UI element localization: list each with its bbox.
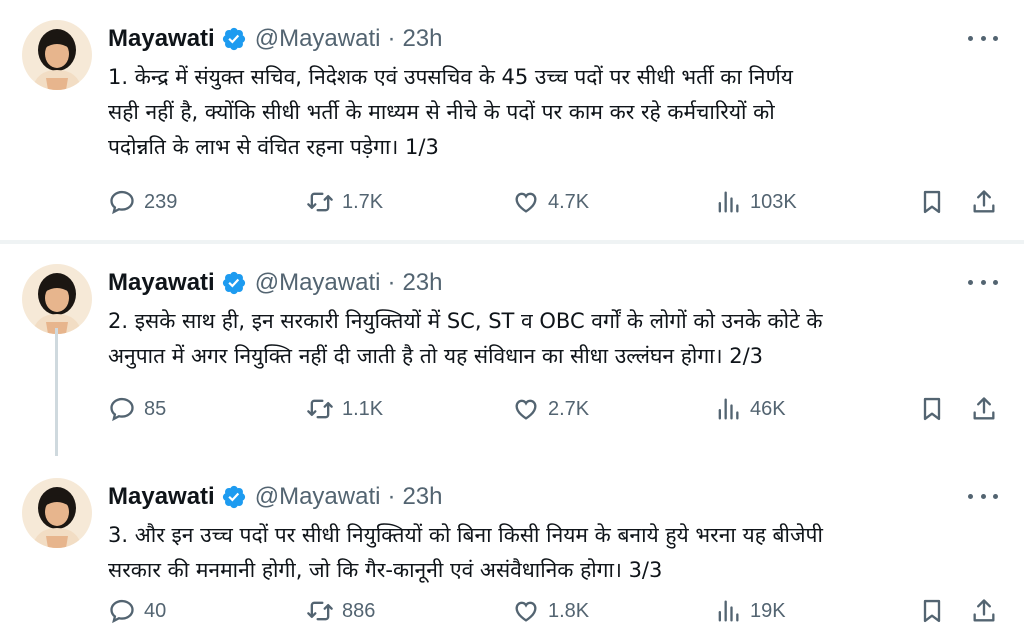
- tweet-header: Mayawati @Mayawati · 23h: [108, 480, 443, 514]
- separator-dot: ·: [387, 25, 396, 52]
- verified-badge-icon: [221, 270, 247, 296]
- tweet-text-line: सरकार की मनमानी होगी, जो कि गैर-कानूनी ए…: [108, 558, 663, 582]
- tweet-text-line: 1. केन्द्र में संयुक्त सचिव, निदेशक एवं …: [108, 65, 793, 89]
- author-name[interactable]: Mayawati: [108, 25, 215, 53]
- repost-button[interactable]: 1.7K: [306, 185, 383, 219]
- timestamp[interactable]: 23h: [402, 269, 442, 297]
- reply-button[interactable]: 85: [108, 392, 166, 426]
- like-icon: [512, 395, 540, 423]
- tweet-text: 1. केन्द्र में संयुक्त सचिव, निदेशक एवं …: [108, 60, 988, 165]
- views-icon: [714, 188, 742, 216]
- tweet-text-line: 3. और इन उच्च पदों पर सीधी नियुक्तियों क…: [108, 523, 823, 547]
- views-button[interactable]: 103K: [714, 185, 797, 219]
- timestamp[interactable]: 23h: [402, 25, 442, 53]
- reply-count: 85: [144, 397, 167, 420]
- repost-count: 1.7K: [342, 190, 384, 213]
- tweet-header: Mayawati @Mayawati · 23h: [108, 22, 443, 56]
- separator-dot: ·: [387, 483, 396, 510]
- thread-connector: [55, 328, 58, 456]
- action-bar: 40 886 1.8K 19K: [108, 594, 1008, 628]
- views-count: 19K: [750, 599, 786, 622]
- author-name[interactable]: Mayawati: [108, 483, 215, 511]
- share-icon: [970, 395, 998, 423]
- verified-badge-icon: [221, 26, 247, 52]
- reply-icon: [108, 188, 136, 216]
- reply-count: 40: [144, 599, 167, 622]
- verified-badge-icon: [221, 484, 247, 510]
- bookmark-icon: [918, 188, 946, 216]
- tweet-2[interactable]: Mayawati @Mayawati · 23h 2. इसके साथ ही,…: [0, 244, 1024, 456]
- views-button[interactable]: 46K: [714, 392, 786, 426]
- action-bar: 85 1.1K 2.7K 46K: [108, 392, 1008, 426]
- tweet-text-line: पदोन्नति के लाभ से वंचित रहना पड़ेगा। 1/…: [108, 135, 439, 159]
- views-button[interactable]: 19K: [714, 594, 786, 628]
- bookmark-button[interactable]: [918, 392, 946, 426]
- reply-count: 239: [144, 190, 178, 213]
- like-button[interactable]: 1.8K: [512, 594, 589, 628]
- reply-icon: [108, 597, 136, 625]
- avatar[interactable]: [22, 478, 92, 548]
- bookmark-icon: [918, 395, 946, 423]
- tweet-text-line: 2. इसके साथ ही, इन सरकारी नियुक्तियों मे…: [108, 309, 823, 333]
- author-handle[interactable]: @Mayawati: [255, 25, 381, 53]
- bookmark-button[interactable]: [918, 594, 946, 628]
- tweet-text: 2. इसके साथ ही, इन सरकारी नियुक्तियों मे…: [108, 304, 988, 374]
- separator-dot: ·: [387, 269, 396, 296]
- like-count: 1.8K: [548, 599, 590, 622]
- tweet-3[interactable]: Mayawati @Mayawati · 23h 3. और इन उच्च प…: [0, 458, 1024, 643]
- views-count: 46K: [750, 397, 786, 420]
- tweet-text: 3. और इन उच्च पदों पर सीधी नियुक्तियों क…: [108, 518, 988, 588]
- tweet-header: Mayawati @Mayawati · 23h: [108, 266, 443, 300]
- like-count: 2.7K: [548, 397, 590, 420]
- views-count: 103K: [750, 190, 797, 213]
- repost-icon: [306, 395, 334, 423]
- tweet-text-line: अनुपात में अगर नियुक्ति नहीं दी जाती है …: [108, 344, 764, 368]
- more-icon[interactable]: [968, 270, 998, 294]
- author-handle[interactable]: @Mayawati: [255, 483, 381, 511]
- tweet-text-line: सही नहीं है, क्योंकि सीधी भर्ती के माध्य…: [108, 100, 775, 124]
- repost-button[interactable]: 1.1K: [306, 392, 383, 426]
- author-name[interactable]: Mayawati: [108, 269, 215, 297]
- views-icon: [714, 597, 742, 625]
- tweet-1[interactable]: Mayawati @Mayawati · 23h 1. केन्द्र में …: [0, 0, 1024, 240]
- like-button[interactable]: 2.7K: [512, 392, 589, 426]
- more-icon[interactable]: [968, 484, 998, 508]
- like-count: 4.7K: [548, 190, 590, 213]
- author-handle[interactable]: @Mayawati: [255, 269, 381, 297]
- avatar[interactable]: [22, 20, 92, 90]
- share-icon: [970, 188, 998, 216]
- like-icon: [512, 597, 540, 625]
- like-icon: [512, 188, 540, 216]
- repost-icon: [306, 597, 334, 625]
- reply-button[interactable]: 40: [108, 594, 166, 628]
- bookmark-icon: [918, 597, 946, 625]
- repost-count: 1.1K: [342, 397, 384, 420]
- timestamp[interactable]: 23h: [402, 483, 442, 511]
- reply-icon: [108, 395, 136, 423]
- share-button[interactable]: [970, 185, 998, 219]
- action-bar: 239 1.7K 4.7K 103K: [108, 185, 1008, 219]
- avatar[interactable]: [22, 264, 92, 334]
- repost-button[interactable]: 886: [306, 594, 375, 628]
- more-icon[interactable]: [968, 26, 998, 50]
- share-button[interactable]: [970, 392, 998, 426]
- share-icon: [970, 597, 998, 625]
- repost-icon: [306, 188, 334, 216]
- repost-count: 886: [342, 599, 376, 622]
- share-button[interactable]: [970, 594, 998, 628]
- like-button[interactable]: 4.7K: [512, 185, 589, 219]
- views-icon: [714, 395, 742, 423]
- bookmark-button[interactable]: [918, 185, 946, 219]
- reply-button[interactable]: 239: [108, 185, 177, 219]
